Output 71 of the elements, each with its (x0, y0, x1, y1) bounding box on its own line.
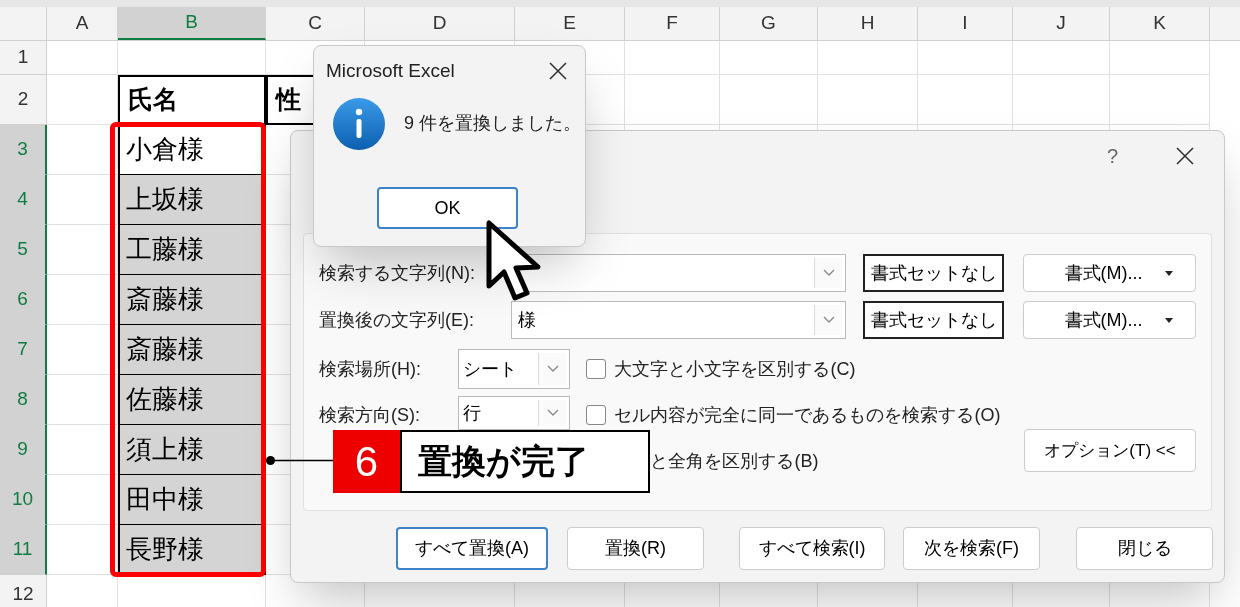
callout-label: 置換が完了 (400, 430, 650, 493)
column-header[interactable]: F (625, 7, 720, 40)
column-header[interactable]: G (720, 7, 818, 40)
sheet-cell[interactable] (625, 41, 720, 75)
field-label: 検索場所(H): (319, 357, 422, 381)
column-header[interactable]: E (515, 7, 625, 40)
options-button[interactable]: オプション(T) << (1024, 429, 1196, 472)
sheet-cell[interactable] (918, 75, 1013, 125)
row-header[interactable]: 8 (0, 375, 47, 425)
sheet-cell[interactable] (1013, 41, 1110, 75)
sheet-cell[interactable] (720, 75, 818, 125)
combo-field[interactable]: 様 (511, 301, 846, 339)
help-button[interactable]: ? (1106, 141, 1118, 171)
sheet-cell[interactable] (918, 41, 1013, 75)
chevron-down-icon (822, 316, 835, 324)
row-header[interactable]: 9 (0, 425, 47, 475)
row-header[interactable]: 3 (0, 125, 47, 175)
column-header[interactable]: D (365, 7, 515, 40)
dialog-button[interactable]: すべて検索(I) (739, 527, 885, 570)
dropdown[interactable]: 行 (458, 396, 570, 430)
dropdown[interactable]: シート (458, 349, 570, 389)
sheet-cell[interactable] (720, 41, 818, 75)
sheet-cell[interactable] (1110, 41, 1210, 75)
format-button[interactable]: 書式(M)... (1023, 254, 1196, 292)
checkbox[interactable] (586, 359, 607, 379)
ok-button[interactable]: OK (377, 187, 518, 229)
sheet-cell[interactable] (47, 41, 118, 75)
field-label: 置換後の文字列(E): (319, 308, 475, 332)
sheet-cell[interactable] (118, 41, 266, 75)
checkbox-label: と全角を区別する(B) (650, 449, 819, 473)
checkbox[interactable] (586, 405, 607, 425)
name-cell[interactable]: 長野様 (118, 525, 266, 575)
sheet-cell[interactable] (625, 75, 720, 125)
message-text: 9 件を置換しました。 (404, 112, 581, 135)
column-header[interactable]: H (818, 7, 918, 40)
dropdown-arrow-icon (1164, 317, 1173, 323)
sheet-cell[interactable] (818, 41, 918, 75)
format-preview[interactable]: 書式セットなし (863, 254, 1004, 292)
column-header[interactable]: K (1110, 7, 1210, 40)
field-label: 検索する文字列(N): (319, 261, 476, 285)
dropdown-arrow-icon (1164, 270, 1173, 276)
checkbox-label: 大文字と小文字を区別する(C) (614, 357, 856, 381)
chevron-down-icon (822, 269, 835, 277)
column-header[interactable]: J (1013, 7, 1110, 40)
sheet-cell[interactable] (1013, 75, 1110, 125)
sheet-cell[interactable] (1110, 75, 1210, 125)
format-preview[interactable]: 書式セットなし (863, 301, 1004, 339)
window-title: Microsoft Excel (326, 58, 455, 83)
dialog-button[interactable]: 置換(R) (567, 527, 704, 570)
chevron-down-icon (546, 365, 559, 373)
chevron-down-icon (546, 409, 559, 417)
close-icon[interactable] (1176, 147, 1194, 165)
info-icon (332, 96, 386, 151)
close-icon[interactable] (549, 62, 567, 80)
column-header[interactable]: C (266, 7, 365, 40)
dialog-button[interactable]: 次を検索(F) (903, 527, 1040, 570)
row-header[interactable]: 1 (0, 41, 47, 75)
step-badge: 6 (333, 430, 400, 493)
row-header[interactable]: 12 (0, 575, 47, 607)
format-button[interactable]: 書式(M)... (1023, 301, 1196, 339)
checkbox-label: セル内容が完全に同一であるものを検索する(O) (614, 403, 1001, 427)
row-header[interactable]: 6 (0, 275, 47, 325)
leader-line (266, 456, 333, 465)
column-header[interactable]: I (918, 7, 1013, 40)
field-label: 検索方向(S): (319, 403, 421, 427)
header-cell[interactable]: 氏名 (118, 75, 266, 125)
sheet-cell[interactable] (818, 75, 918, 125)
dialog-button[interactable]: 閉じる (1076, 527, 1213, 570)
sheet-cell[interactable] (47, 75, 118, 125)
dialog-button[interactable]: すべて置換(A) (396, 527, 548, 570)
row-header[interactable]: 5 (0, 225, 47, 275)
